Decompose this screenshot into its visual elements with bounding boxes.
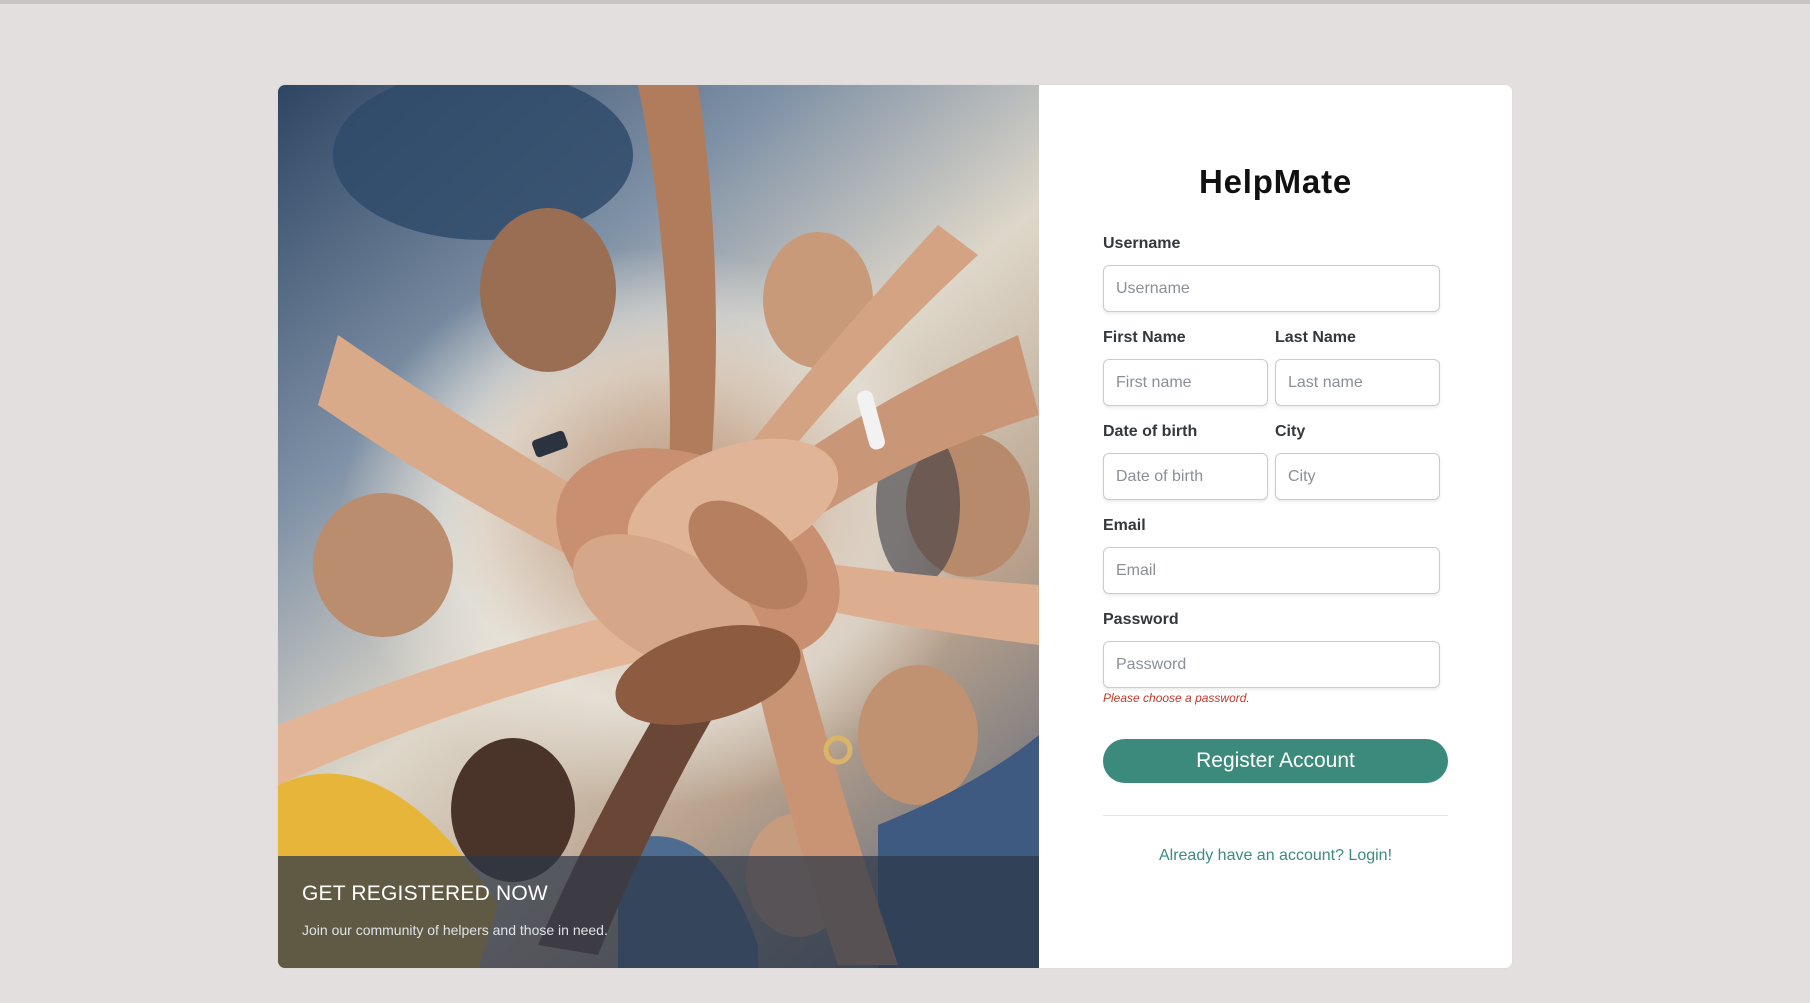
register-account-button[interactable]: Register Account [1103,739,1448,783]
city-input[interactable] [1275,453,1440,500]
password-input[interactable] [1103,641,1440,688]
first-name-label: First Name [1103,329,1186,346]
form-divider [1103,815,1448,816]
registration-form: HelpMate Username First Name Last Name D… [1039,85,1512,968]
email-input[interactable] [1103,547,1440,594]
hero-caption: GET REGISTERED NOW Join our community of… [278,856,1039,968]
browser-top-border [0,0,1810,4]
login-link[interactable]: Already have an account? Login! [1039,847,1512,865]
hero-caption-title: GET REGISTERED NOW [302,882,548,905]
date-of-birth-input[interactable] [1103,453,1268,500]
city-label: City [1275,423,1306,440]
last-name-input[interactable] [1275,359,1440,406]
hero-caption-subtitle: Join our community of helpers and those … [302,922,608,938]
hero-photo-illustration [278,85,1039,968]
hero-image-hands-stacked: GET REGISTERED NOW Join our community of… [278,85,1039,968]
last-name-label: Last Name [1275,329,1356,346]
email-label: Email [1103,517,1146,534]
password-error-message: Please choose a password. [1103,691,1250,705]
registration-card: GET REGISTERED NOW Join our community of… [278,85,1512,968]
password-label: Password [1103,611,1179,628]
brand-title: HelpMate [1198,163,1353,200]
first-name-input[interactable] [1103,359,1268,406]
username-label: Username [1103,235,1181,252]
username-input[interactable] [1103,265,1440,312]
date-of-birth-label: Date of birth [1103,423,1198,440]
